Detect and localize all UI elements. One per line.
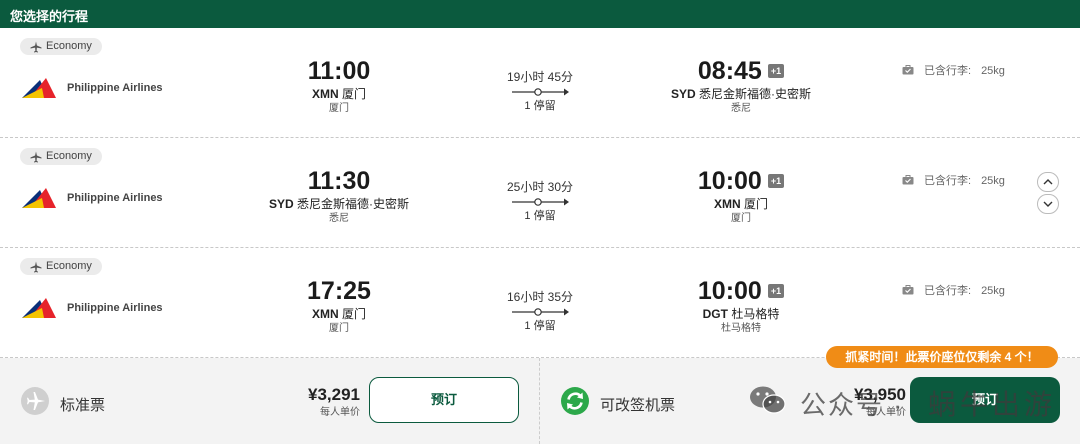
departure-city: 悉尼 [329,213,349,224]
arrival-airport: DGT 杜马格特 [702,307,780,321]
scroll-up-button[interactable] [1037,172,1059,192]
departure-city: 厦门 [329,103,349,114]
fare-per-unit: 每人单价 [320,407,360,418]
luggage-icon [902,65,914,75]
cabin-label: Economy [46,260,92,272]
departure-airport: XMN 厦门 [311,307,367,321]
arrival-city: 杜马格特 [721,323,761,334]
arrival-time: 08:45 [697,57,762,85]
cabin-badge: Economy [20,38,102,55]
airline-name: Philippine Airlines [67,302,163,314]
arrival-airport: SYD 悉尼金斯福德·史密斯 [670,87,812,101]
fare-label: 可改签机票 [600,397,676,414]
departure-airport: SYD 悉尼金斯福德·史密斯 [268,197,410,211]
departure-airport: XMN 厦门 [311,87,367,101]
flight-list: Economy Philippine Airlines 11:00 XMN 厦门… [0,28,1080,358]
flight-row: Economy Philippine Airlines 17:25 XMN 厦门… [0,248,1080,358]
arrival-city: 厦门 [731,213,751,224]
flight-row: Economy Philippine Airlines 11:00 XMN 厦门… [0,28,1080,138]
cabin-badge: Economy [20,258,102,275]
departure: 11:30 SYD 悉尼金斯福德·史密斯 悉尼 [254,166,424,225]
arrival-city: 悉尼 [731,103,751,114]
plane-icon [30,151,42,163]
route-arrow-icon [512,198,569,206]
arrival: 08:45 +1 SYD 悉尼金斯福德·史密斯 悉尼 [656,56,826,115]
fare-options: 标准票 ¥3,291 每人单价 预订 可改签机票 ¥3,950 每人单价 预订 [0,358,1080,444]
airline-name: Philippine Airlines [67,82,163,94]
duration: 25小时 30分 [506,180,574,194]
duration: 19小时 45分 [506,70,574,84]
departure-time: 11:30 [307,167,371,195]
baggage-label: 已含行李: [924,285,972,297]
fare-price: ¥3,291 [308,385,360,404]
next-day-badge: +1 [767,64,785,78]
departure-time: 17:25 [307,277,371,305]
baggage-label: 已含行李: [924,175,972,187]
cabin-label: Economy [46,150,92,162]
airline-logo [22,78,56,98]
header-title: 您选择的行程 [10,9,89,24]
departure-city: 厦门 [329,323,349,334]
airline-name: Philippine Airlines [67,192,163,204]
duration: 16小时 35分 [506,290,574,304]
route-arrow-icon [512,88,569,96]
baggage-weight: 25kg [981,175,1005,187]
route-info: 25小时 30分 1 停留 [490,180,590,223]
departure: 17:25 XMN 厦门 厦门 [254,276,424,335]
stops: 1 停留 [524,100,556,112]
plane-icon [30,261,42,273]
plane-icon [30,41,42,53]
baggage-info: 已含行李: 25kg [902,62,1005,78]
luggage-icon [902,285,914,295]
flight-row: Economy Philippine Airlines 11:30 SYD 悉尼… [0,138,1080,248]
stops: 1 停留 [524,210,556,222]
chevron-up-icon [1043,179,1053,185]
book-button-standard[interactable]: 预订 [369,377,519,423]
watermark-left: 公众号 · [800,390,904,420]
fare-label: 标准票 [60,397,106,414]
stops: 1 停留 [524,320,556,332]
plane-circle-icon [21,387,49,415]
next-day-badge: +1 [767,174,785,188]
baggage-weight: 25kg [981,65,1005,77]
arrival: 10:00 +1 XMN 厦门 厦门 [656,166,826,225]
arrival-time: 10:00 [697,277,762,305]
watermark-right: 蜗牛出游 [928,389,1057,420]
itinerary-header: 您选择的行程 [0,0,1080,28]
luggage-icon [902,175,914,185]
baggage-info: 已含行李: 25kg [902,172,1005,188]
airline-logo [22,188,56,208]
route-info: 19小时 45分 1 停留 [490,70,590,113]
departure: 11:00 XMN 厦门 厦门 [254,56,424,115]
baggage-info: 已含行李: 25kg [902,282,1005,298]
chevron-down-icon [1043,201,1053,207]
route-arrow-icon [512,308,569,316]
arrival-airport: XMN 厦门 [713,197,769,211]
fare-card-standard: 标准票 ¥3,291 每人单价 预订 [0,358,540,444]
cabin-badge: Economy [20,148,102,165]
baggage-label: 已含行李: [924,65,972,77]
next-day-badge: +1 [767,284,785,298]
cabin-label: Economy [46,40,92,52]
arrival: 10:00 +1 DGT 杜马格特 杜马格特 [656,276,826,335]
wechat-watermark-icon [750,386,786,414]
departure-time: 11:00 [307,57,371,85]
seats-left-banner: 抓紧时间！此票价座位仅剩余 4 个！ [826,346,1058,368]
route-info: 16小时 35分 1 停留 [490,290,590,333]
airline-logo [22,298,56,318]
baggage-weight: 25kg [981,285,1005,297]
refresh-icon [561,387,589,415]
arrival-time: 10:00 [697,167,762,195]
scroll-down-button[interactable] [1037,194,1059,214]
